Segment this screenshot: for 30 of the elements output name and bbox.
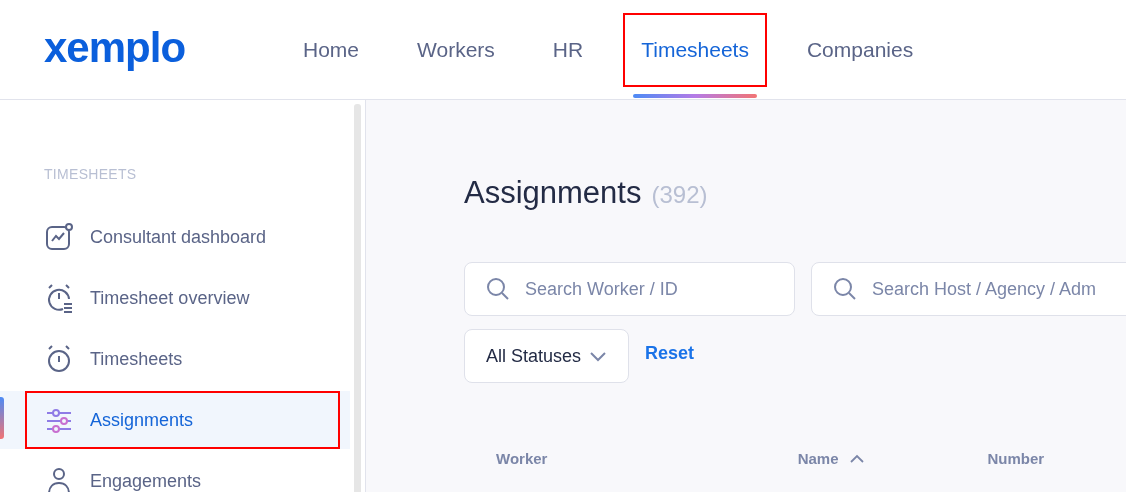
sidebar-item[interactable]: Timesheets bbox=[0, 330, 350, 388]
sidebar-item[interactable]: Assignments bbox=[0, 391, 350, 449]
column-header[interactable]: Number bbox=[987, 450, 1045, 467]
column-header[interactable]: Worker bbox=[496, 450, 548, 467]
nav-tab[interactable]: Home bbox=[287, 14, 376, 85]
nav-tab[interactable]: Workers bbox=[401, 14, 511, 85]
status-dropdown[interactable]: All Statuses bbox=[464, 329, 630, 383]
sidebar-item[interactable]: Timesheet overview bbox=[0, 269, 350, 327]
search-field[interactable]: Search Worker / ID bbox=[464, 262, 795, 316]
page-title: Assignments bbox=[464, 175, 642, 211]
chart-icon bbox=[45, 222, 73, 252]
scrollbar[interactable] bbox=[354, 104, 361, 492]
person-icon bbox=[45, 466, 73, 492]
logo: xemplo bbox=[44, 23, 187, 72]
search-icon bbox=[833, 277, 857, 301]
active-item-indicator bbox=[0, 397, 4, 439]
record-count: (392) bbox=[651, 181, 708, 209]
sidebar-item[interactable]: Consultant dashboard bbox=[0, 208, 350, 266]
chevron-down-icon bbox=[589, 350, 608, 362]
nav-tab[interactable]: Companies bbox=[790, 14, 930, 85]
search-icon bbox=[486, 277, 510, 301]
column-header[interactable]: Name bbox=[797, 450, 839, 467]
nav-tab[interactable]: HR bbox=[536, 14, 600, 85]
alarm-clock-list-icon bbox=[45, 283, 73, 313]
section-heading: TIMESHEETS bbox=[44, 166, 138, 182]
sidebar-item[interactable]: Engagements bbox=[0, 452, 350, 492]
nav-tab[interactable]: Timesheets bbox=[625, 14, 765, 85]
reset-link[interactable]: Reset bbox=[645, 342, 695, 364]
search-field[interactable]: Search Host / Agency / Adm bbox=[811, 262, 1126, 316]
alarm-clock-icon bbox=[45, 344, 73, 374]
